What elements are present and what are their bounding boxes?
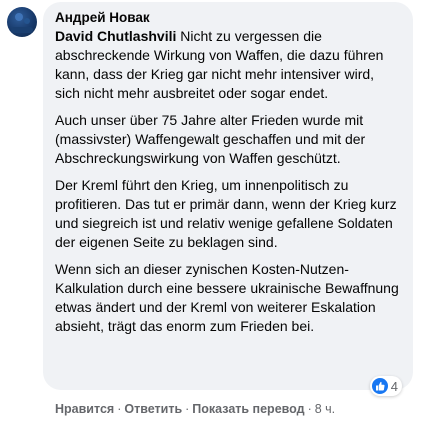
avatar-image: [11, 13, 33, 33]
reply-button[interactable]: Ответить: [124, 402, 182, 416]
separator: ·: [307, 402, 312, 416]
mention-link[interactable]: David Chutlashvili: [55, 28, 176, 44]
like-icon: [371, 378, 388, 394]
comment-paragraph: Auch unser über 75 Jahre alter Frieden w…: [55, 112, 366, 166]
reaction-count: 4: [390, 378, 398, 394]
comment-paragraph: Wenn sich an dieser zynischen Kosten-Nut…: [55, 261, 399, 334]
show-translation-button[interactable]: Показать перевод: [192, 402, 304, 416]
separator: ·: [185, 402, 190, 416]
like-button[interactable]: Нравится: [55, 402, 114, 416]
timestamp[interactable]: 8 ч.: [315, 402, 335, 416]
comment-actions: Нравится · Ответить · Показать перевод · 8 ч.: [55, 400, 335, 418]
comment-paragraph: Der Kreml führt den Krieg, um innenpolit…: [55, 177, 397, 250]
reaction-summary[interactable]: 4: [369, 376, 402, 396]
separator: ·: [117, 402, 122, 416]
comment-author[interactable]: Андрей Новак: [55, 9, 401, 27]
comment-paragraph: David Chutlashvili Nicht zu vergessen di…: [55, 27, 401, 103]
comment-bubble: Андрей Новак David Chutlashvili Nicht zu…: [43, 2, 413, 390]
avatar[interactable]: [7, 7, 37, 37]
